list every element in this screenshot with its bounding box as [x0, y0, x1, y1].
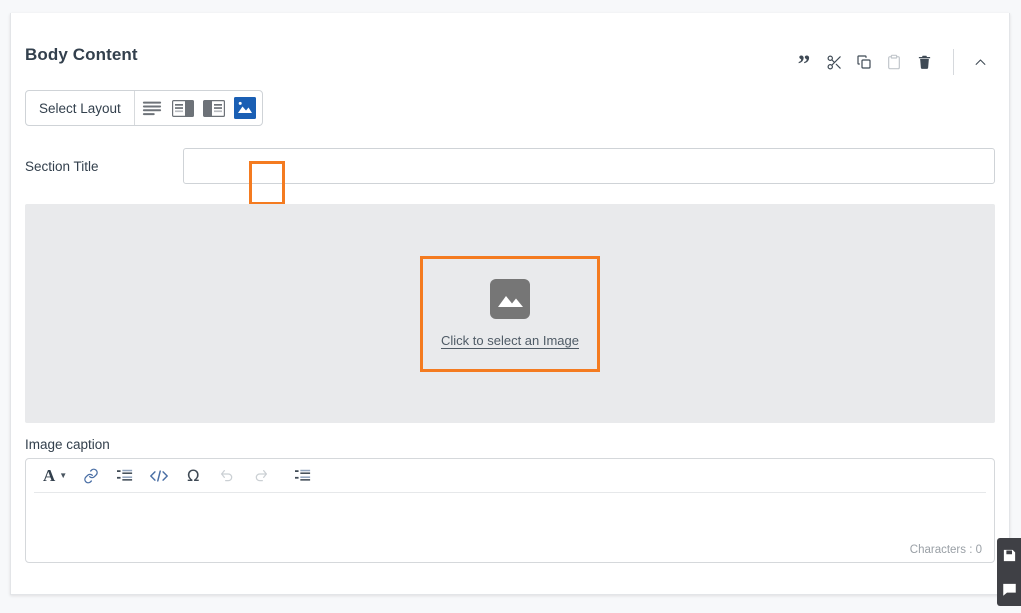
image-caption-label: Image caption [25, 437, 110, 452]
special-character-icon[interactable]: Ω [183, 465, 203, 487]
caption-editor-content[interactable] [26, 493, 994, 562]
save-icon[interactable] [1000, 546, 1018, 564]
trash-icon[interactable] [909, 48, 939, 76]
layout-image-only[interactable] [233, 97, 256, 119]
section-title-label: Section Title [25, 158, 99, 174]
chevron-down-icon: ▼ [59, 471, 68, 480]
body-content-panel: Body Content ” Select Layout Section Tit… [10, 13, 1010, 595]
font-style-letter: A [43, 465, 56, 485]
panel-header: Body Content ” [11, 20, 1009, 78]
ordered-list-icon[interactable] [115, 465, 135, 487]
layout-options [135, 91, 262, 125]
font-style-icon[interactable]: A ▼ [43, 465, 67, 487]
header-divider [953, 49, 954, 75]
chevron-up-icon[interactable] [965, 48, 995, 76]
layout-selector: Select Layout [25, 90, 263, 126]
image-drop-area[interactable]: Click to select an Image [25, 204, 995, 423]
layout-selector-label: Select Layout [26, 91, 135, 125]
image-picker[interactable]: Click to select an Image [420, 255, 600, 372]
panel-body: Select Layout Section Title Click to sel… [11, 78, 1009, 594]
section-title-input[interactable] [183, 148, 995, 184]
caption-editor-toolbar: A ▼ Ω [34, 459, 986, 493]
layout-image-left-text-right[interactable] [202, 97, 225, 119]
page-title: Body Content [25, 45, 138, 64]
layout-text-left-image-right[interactable] [171, 97, 194, 119]
layout-text-only[interactable] [141, 97, 163, 119]
list-settings-icon[interactable] [293, 465, 313, 487]
image-picker-link[interactable]: Click to select an Image [441, 333, 579, 348]
panel-header-actions: ” [789, 48, 995, 77]
section-title-row: Section Title [25, 148, 995, 184]
comment-icon[interactable] [1000, 580, 1018, 598]
paste-icon[interactable] [879, 48, 909, 76]
cut-icon[interactable] [819, 48, 849, 76]
image-placeholder-icon [490, 279, 530, 319]
quote-icon[interactable]: ” [789, 48, 819, 77]
caption-editor: A ▼ Ω Characters: 0 [25, 458, 995, 563]
undo-icon[interactable] [217, 465, 237, 487]
right-action-rail [997, 538, 1021, 606]
source-code-icon[interactable] [149, 465, 169, 487]
omega-glyph: Ω [187, 466, 200, 485]
character-count: Characters : 0 [909, 544, 982, 556]
copy-icon[interactable] [849, 48, 879, 76]
redo-icon[interactable] [251, 465, 271, 487]
link-icon[interactable] [81, 465, 101, 487]
